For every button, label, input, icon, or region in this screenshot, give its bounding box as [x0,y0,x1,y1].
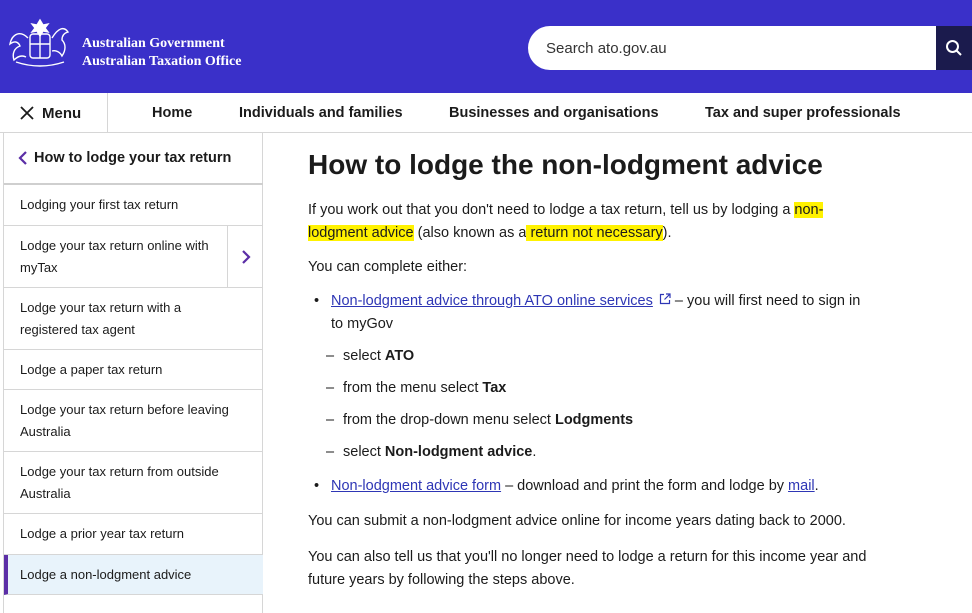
step-item: – from the drop-down menu select Lodgment… [326,412,634,428]
sidebar: How to lodge your tax return Lodging you… [3,133,263,613]
menu-label: Menu [42,104,82,122]
highlight-text: lodgment advice [308,225,414,241]
step-item: – select ATO [326,348,415,364]
menu-button[interactable]: Menu [0,93,108,133]
sidebar-item-label: Lodge a non-lodgment advice [20,566,192,582]
list-item: • Non-lodgment advice through ATO online… [314,290,914,336]
close-icon [20,106,34,120]
bullet-dot: • [314,478,320,494]
intro-text: If you work out that you don't need to l… [308,202,795,218]
intro-paragraph: If you work out that you don't need to l… [308,199,908,245]
step-text: . [532,444,537,460]
sidebar-item-label: Lodge your tax return from outside Austr… [20,463,219,501]
search-input[interactable] [528,26,936,70]
nav-home[interactable]: Home [152,93,192,133]
step-item: – from the menu select Tax [326,380,507,396]
step-text: select [343,444,385,460]
complete-either-text: You can complete either: [308,259,468,275]
highlight-text: return not necessary [526,225,663,241]
bullet-text: – you will first need to sign in [670,293,861,309]
intro-text: (also known as a [413,225,527,241]
sidebar-item-label: Lodge your tax return online with myTax [20,237,209,275]
step-bold: Lodgments [554,412,634,428]
highlight-text: non- [794,202,824,218]
sidebar-item-label: Lodge your tax return with a registered … [20,299,182,337]
search-box [528,26,936,70]
search-button[interactable] [936,26,972,70]
sidebar-expand-button[interactable] [227,226,263,287]
nav-businesses[interactable]: Businesses and organisations [449,93,659,133]
chevron-right-icon [241,249,251,264]
sidebar-item-before-leaving[interactable]: Lodge your tax return before leaving Aus… [4,390,263,452]
step-bold: ATO [384,348,415,364]
nav-tax-professionals[interactable]: Tax and super professionals [705,93,901,133]
step-text: from the menu select [343,380,483,396]
external-link-icon [659,293,671,305]
government-name[interactable]: Australian Government Australian Taxatio… [82,35,241,71]
coat-of-arms-logo[interactable] [6,14,74,74]
bullet-text: . [814,478,819,494]
step-item: – select Non-lodgment advice. [326,444,537,460]
main-nav: Menu Home Individuals and families Busin… [0,93,972,133]
search-icon [946,40,962,56]
sidebar-item-label: Lodge a prior year tax return [20,526,185,541]
sidebar-item-label: Lodge a paper tax return [20,361,163,377]
sidebar-item-first-return[interactable]: Lodging your first tax return [4,185,263,226]
bullet-text: – download and print the form and lodge … [501,478,789,494]
site-header: Australian Government Australian Taxatio… [0,0,972,93]
sidebar-back-link[interactable]: How to lodge your tax return [4,133,263,185]
bullet-text: to myGov [331,316,394,332]
step-bold: Non-lodgment advice [384,444,533,460]
mail-link[interactable]: mail [788,478,815,494]
sidebar-item-tax-agent[interactable]: Lodge your tax return with a registered … [4,288,263,350]
bullet-dot: • [314,293,320,309]
future-text: You can also tell us that you'll no long… [308,549,867,565]
non-lodgment-form-link[interactable]: Non-lodgment advice form [331,478,501,494]
gov-line-2: Australian Taxation Office [82,54,242,69]
sidebar-item-paper[interactable]: Lodge a paper tax return [4,350,263,390]
chevron-left-icon [18,151,27,165]
sidebar-item-mytax[interactable]: Lodge your tax return online with myTax [4,226,263,288]
nav-individuals[interactable]: Individuals and families [239,93,403,133]
online-services-link[interactable]: Non-lodgment advice through ATO online s… [331,293,653,309]
sidebar-back-label: How to lodge your tax return [34,150,232,166]
page-title: How to lodge the non-lodgment advice [308,149,823,180]
sidebar-item-non-lodgment[interactable]: Lodge a non-lodgment advice [4,555,263,595]
step-text: select [343,348,385,364]
gov-line-1: Australian Government [82,36,225,51]
step-bold: Tax [482,380,507,396]
step-text: from the drop-down menu select [343,412,555,428]
sidebar-item-label: Lodging your first tax return [20,197,179,212]
sidebar-item-outside-australia[interactable]: Lodge your tax return from outside Austr… [4,452,263,514]
online-years-paragraph: You can submit a non-lodgment advice onl… [308,513,846,529]
sidebar-item-label: Lodge your tax return before leaving Aus… [20,401,229,439]
future-years-paragraph: You can also tell us that you'll no long… [308,546,928,592]
future-text: future years by following the steps abov… [308,572,575,588]
sidebar-item-prior-year[interactable]: Lodge a prior year tax return [4,514,263,555]
intro-text: ). [662,225,672,241]
